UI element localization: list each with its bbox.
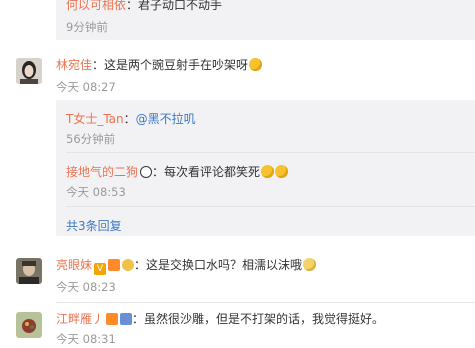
separator: ： — [152, 165, 165, 179]
member-badge-icon — [106, 313, 119, 325]
reply-line: T女士_Tan：@黑不拉叽 — [66, 110, 196, 127]
reply-text: 君子动口不动手 — [138, 0, 223, 12]
comment-time: 今天 08:27 — [56, 80, 116, 94]
kitten-emoji-icon — [303, 258, 317, 271]
reply-time: 今天 08:53 — [66, 185, 126, 199]
separator: ： — [132, 312, 145, 326]
avatar[interactable] — [16, 258, 42, 284]
fan-badge-icon — [120, 313, 133, 325]
reply-divider — [66, 206, 475, 207]
user-name-link[interactable]: 接地气的二狗 — [66, 165, 138, 179]
comment-divider — [56, 302, 475, 303]
medal-badge-icon — [122, 259, 135, 271]
avatar-photo — [16, 258, 42, 284]
comment-time: 今天 08:31 — [56, 332, 116, 346]
avatar-photo — [16, 312, 42, 338]
laugh-cry-emoji-icon — [275, 165, 289, 178]
separator: ： — [126, 0, 139, 12]
laugh-cry-emoji-icon — [261, 165, 275, 178]
user-name-link[interactable]: 林宛佳 — [56, 58, 92, 72]
reply-divider — [66, 152, 475, 153]
reply-time: 56分钟前 — [66, 132, 116, 146]
more-replies-link[interactable]: 共3条回复 — [66, 217, 122, 234]
mention-link[interactable]: @黑不拉叽 — [136, 112, 196, 126]
separator: ： — [92, 58, 105, 72]
separator: ： — [123, 112, 136, 126]
avatar[interactable] — [16, 58, 42, 84]
comment-line: 林宛佳：这是两个豌豆射手在吵架呀 — [56, 56, 263, 73]
member-badge-icon — [108, 259, 121, 271]
user-name-link[interactable]: 亮眼妹 — [56, 258, 92, 272]
comment-line: 亮眼妹 V ：这是交换口水吗？相濡以沫哦 — [56, 256, 317, 275]
reply-time: 9分钟前 — [66, 20, 108, 34]
comment-time: 今天 08:23 — [56, 280, 116, 294]
reply-top: 何以可相依：君子动口不动手 — [66, 0, 222, 13]
comment-text: 这是交换口水吗？相濡以沫哦 — [146, 258, 303, 272]
comment-line: 江畔雁丿 ：虽然很沙雕，但是不打架的话，我觉得挺好。 — [56, 310, 384, 327]
avatar-photo — [16, 58, 42, 84]
comment-text: 这是两个豌豆射手在吵架呀 — [104, 58, 249, 72]
separator: ： — [134, 258, 147, 272]
panda-icon — [140, 166, 153, 178]
laugh-cry-emoji-icon — [249, 58, 263, 71]
vip-v-badge-icon: V — [94, 263, 107, 275]
reply-text: 每次看评论都笑死 — [164, 165, 261, 179]
avatar[interactable] — [16, 312, 42, 338]
reply-line: 接地气的二狗 ：每次看评论都笑死 — [66, 163, 289, 180]
reply-box: T女士_Tan：@黑不拉叽 56分钟前 接地气的二狗 ：每次看评论都笑死 今天 0… — [56, 100, 475, 236]
user-name-link[interactable]: T女士_Tan — [66, 112, 124, 126]
user-name-link[interactable]: 何以可相依 — [66, 0, 126, 12]
comment-text: 虽然很沙雕，但是不打架的话，我觉得挺好。 — [144, 312, 385, 326]
user-name-link[interactable]: 江畔雁丿 — [56, 312, 104, 326]
reply-box-top: 何以可相依：君子动口不动手 9分钟前 — [56, 0, 475, 40]
